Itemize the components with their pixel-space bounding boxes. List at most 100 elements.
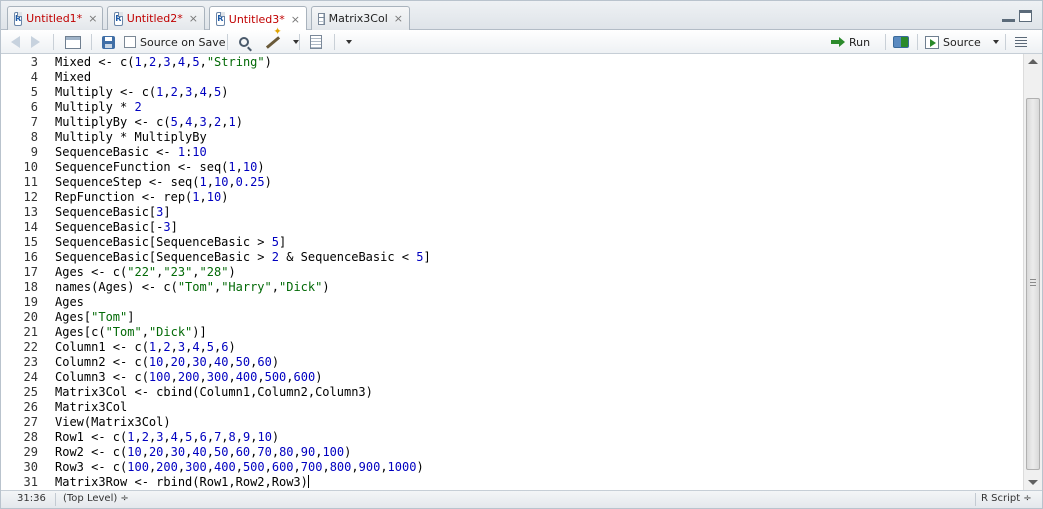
toolbar-separator	[1005, 34, 1006, 50]
code-line[interactable]: Multiply * 2	[55, 100, 142, 115]
tab-untitled1[interactable]: R Untitled1* ×	[7, 6, 103, 30]
code-line[interactable]: Column2 <- c(10,20,30,40,50,60)	[55, 355, 279, 370]
toolbar-separator	[885, 34, 886, 50]
line-number: 23	[23, 355, 38, 369]
file-type-selector[interactable]: R Script ÷	[981, 493, 1032, 504]
code-line[interactable]: Mixed <- c(1,2,3,4,5,"String")	[55, 55, 272, 70]
code-line[interactable]: Column1 <- c(1,2,3,4,5,6)	[55, 340, 236, 355]
close-icon[interactable]: ×	[88, 12, 97, 25]
code-line[interactable]: Ages	[55, 295, 84, 310]
editor-status-bar: 31:36 (Top Level) ÷ R Script ÷	[1, 490, 1042, 508]
tab-matrix3col[interactable]: Matrix3Col ×	[311, 6, 410, 30]
line-number: 29	[23, 445, 38, 459]
magic-wand-icon	[265, 35, 281, 49]
tab-untitled3[interactable]: R Untitled3* ×	[209, 6, 307, 31]
source-button[interactable]: Source	[925, 34, 999, 50]
line-number: 6	[30, 100, 38, 114]
source-on-save-label: Source on Save	[140, 35, 226, 49]
line-number: 27	[23, 415, 38, 429]
save-button[interactable]	[102, 34, 115, 50]
code-line[interactable]: Matrix3Col	[55, 400, 127, 415]
code-line[interactable]: SequenceBasic[-3]	[55, 220, 178, 235]
document-lines-icon	[310, 35, 322, 49]
compile-report-button[interactable]	[310, 34, 322, 50]
forward-button[interactable]	[31, 34, 40, 50]
toolbar-separator	[227, 34, 228, 50]
chevron-down-icon[interactable]	[992, 40, 999, 44]
line-number: 18	[23, 280, 38, 294]
r-script-icon: R	[216, 12, 225, 26]
back-button[interactable]	[11, 34, 20, 50]
line-number: 31	[23, 475, 38, 489]
scroll-down-arrow-icon[interactable]	[1028, 480, 1038, 485]
find-replace-button[interactable]	[239, 34, 249, 50]
line-number: 3	[30, 55, 38, 69]
source-on-save-checkbox[interactable]	[124, 36, 136, 48]
code-area[interactable]: Mixed <- c(1,2,3,4,5,"String") Mixed Multi…	[55, 54, 1015, 490]
code-line[interactable]: Multiply * MultiplyBy	[55, 130, 207, 145]
chevron-down-icon	[346, 40, 352, 44]
code-line[interactable]: Row2 <- c(10,20,30,40,50,60,70,80,90,100…	[55, 445, 351, 460]
floppy-disk-icon	[102, 35, 115, 49]
toolbar-separator	[53, 34, 54, 50]
run-button[interactable]: Run	[831, 34, 870, 50]
status-separator	[975, 493, 976, 506]
grip-icon	[1030, 279, 1036, 286]
line-number: 21	[23, 325, 38, 339]
r-script-icon: R	[114, 11, 123, 26]
line-number: 30	[23, 460, 38, 474]
vertical-scrollbar[interactable]	[1023, 54, 1042, 490]
toolbar-separator	[299, 34, 300, 50]
close-icon[interactable]: ×	[291, 13, 300, 26]
scrollbar-thumb[interactable]	[1026, 98, 1040, 470]
code-line[interactable]: Column3 <- c(100,200,300,400,500,600)	[55, 370, 322, 385]
source-on-save-toggle[interactable]: Source on Save	[124, 34, 225, 50]
code-line[interactable]: SequenceBasic[SequenceBasic > 5]	[55, 235, 286, 250]
run-label: Run	[849, 35, 871, 49]
close-icon[interactable]: ×	[394, 12, 403, 25]
code-line[interactable]: MultiplyBy <- c(5,4,3,2,1)	[55, 115, 243, 130]
tab-label: Untitled2*	[126, 12, 183, 25]
pane-window-controls	[1002, 10, 1032, 22]
editor-toolbar: Source on Save Run Source	[1, 30, 1042, 54]
line-number: 24	[23, 370, 38, 384]
line-number: 7	[30, 115, 38, 129]
code-editor[interactable]: 3 4 5 6 7 8 9 10 11 12 13 14 15 16 17 18 19 20 21 22 23 24 25 2…	[1, 54, 1042, 490]
code-line[interactable]: names(Ages) <- c("Tom","Harry","Dick")	[55, 280, 330, 295]
arrow-right-icon	[31, 36, 40, 48]
code-line[interactable]: SequenceFunction <- seq(1,10)	[55, 160, 265, 175]
document-outline-button[interactable]	[1015, 34, 1027, 50]
more-options-dropdown[interactable]	[346, 34, 352, 50]
line-number: 12	[23, 190, 38, 204]
code-line[interactable]: RepFunction <- rep(1,10)	[55, 190, 228, 205]
scope-selector[interactable]: (Top Level) ÷	[63, 493, 129, 504]
code-line[interactable]: Row1 <- c(1,2,3,4,5,6,7,8,9,10)	[55, 430, 279, 445]
code-line[interactable]: Matrix3Row <- rbind(Row1,Row2,Row3)	[55, 475, 309, 490]
new-window-icon	[65, 35, 81, 49]
maximize-icon[interactable]	[1019, 10, 1032, 22]
tab-untitled2[interactable]: R Untitled2* ×	[107, 6, 205, 30]
code-line[interactable]: Ages["Tom"]	[55, 310, 134, 325]
scroll-up-arrow-icon[interactable]	[1028, 59, 1038, 64]
minimize-icon[interactable]	[1002, 10, 1015, 22]
status-separator	[55, 493, 56, 506]
code-line[interactable]: Matrix3Col <- cbind(Column1,Column2,Colu…	[55, 385, 373, 400]
code-line[interactable]: Ages[c("Tom","Dick")]	[55, 325, 207, 340]
code-line[interactable]: Multiply <- c(1,2,3,4,5)	[55, 85, 229, 100]
code-line[interactable]: Row3 <- c(100,200,300,400,500,600,700,80…	[55, 460, 424, 475]
code-line[interactable]: View(Matrix3Col)	[55, 415, 171, 430]
code-line[interactable]: SequenceBasic[3]	[55, 205, 171, 220]
editor-tab-bar: R Untitled1* × R Untitled2* × R Untitled…	[1, 1, 1042, 31]
show-in-new-window-button[interactable]	[65, 34, 81, 50]
code-line[interactable]: SequenceBasic[SequenceBasic > 2 & Sequen…	[55, 250, 431, 265]
line-number: 19	[23, 295, 38, 309]
rerun-button[interactable]	[893, 34, 909, 50]
code-line[interactable]: SequenceStep <- seq(1,10,0.25)	[55, 175, 272, 190]
code-line[interactable]: SequenceBasic <- 1:10	[55, 145, 207, 160]
code-line[interactable]: Mixed	[55, 70, 91, 85]
close-icon[interactable]: ×	[189, 12, 198, 25]
code-line[interactable]: Ages <- c("22","23","28")	[55, 265, 236, 280]
code-tools-button[interactable]	[265, 34, 299, 50]
line-number: 11	[23, 175, 38, 189]
line-number: 26	[23, 400, 38, 414]
